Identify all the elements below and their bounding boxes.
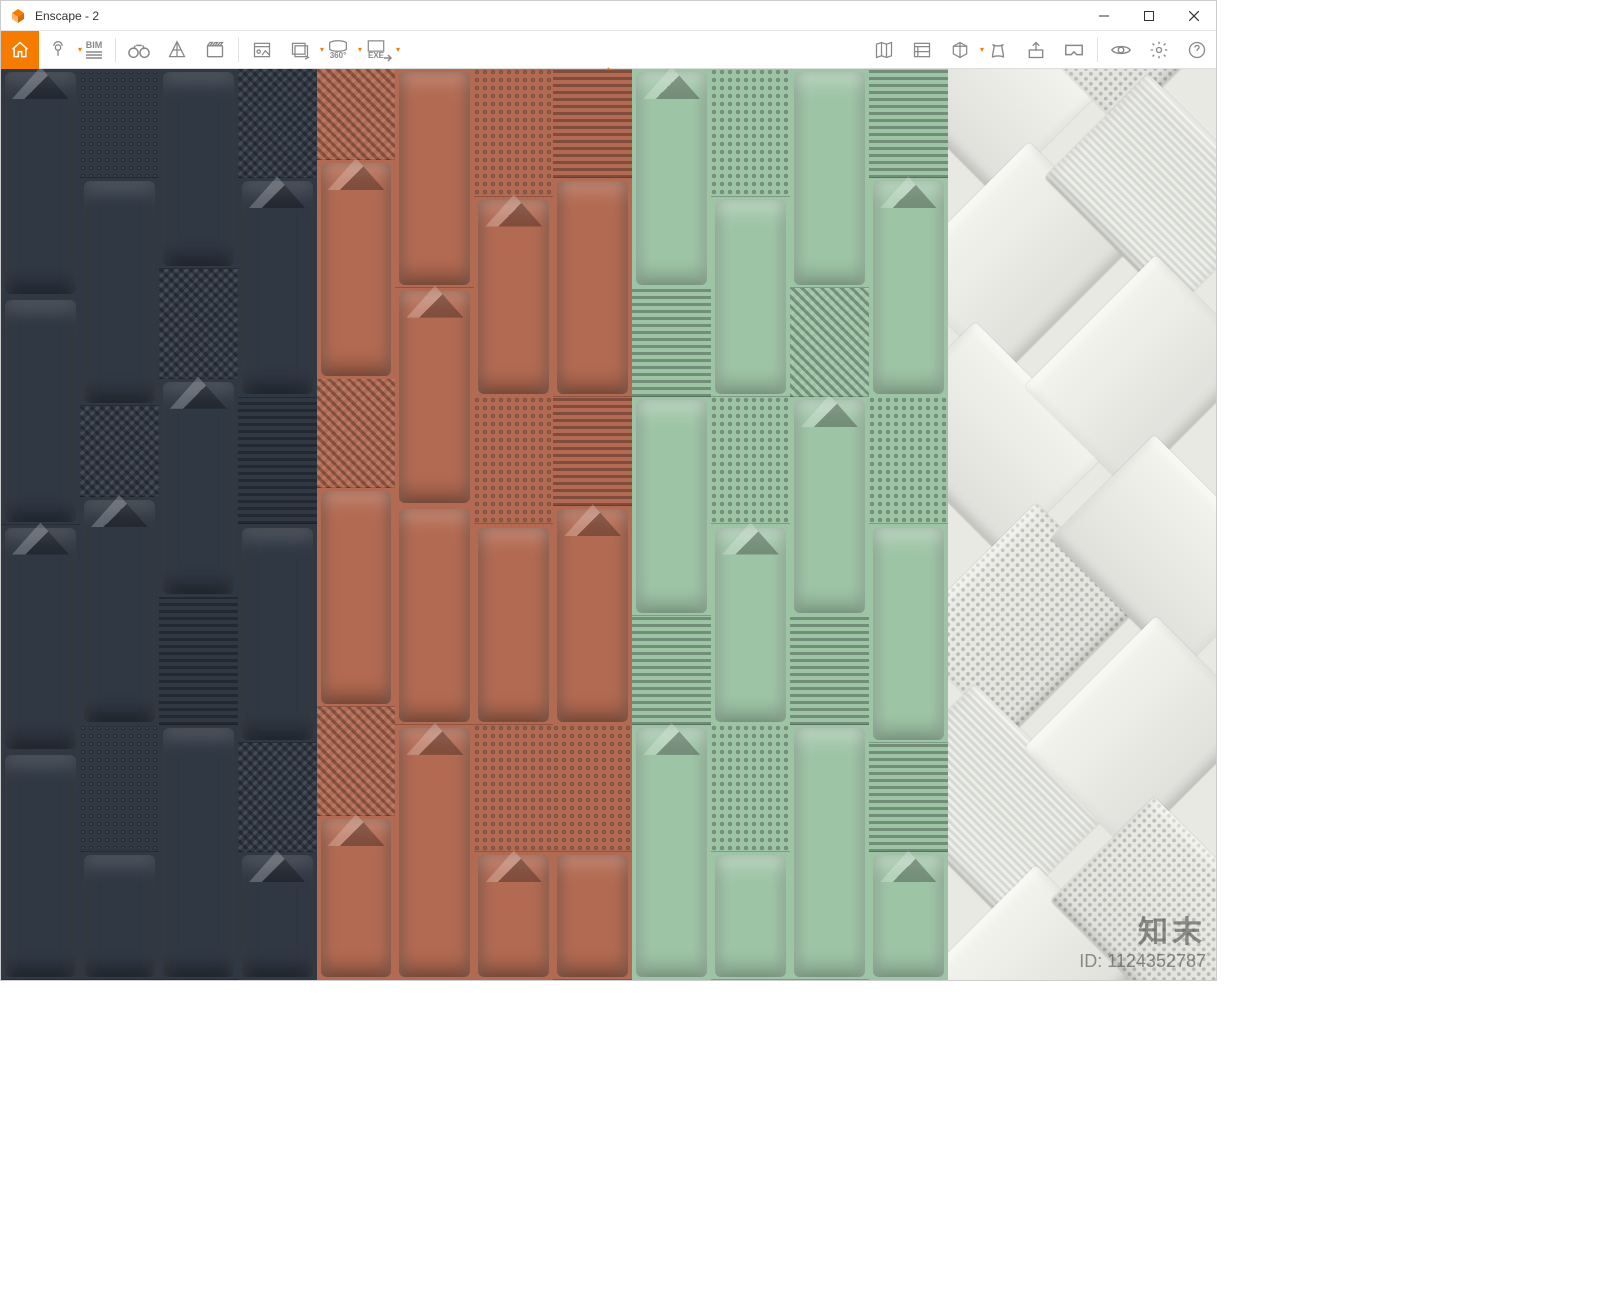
minimap-button[interactable] [865, 31, 903, 69]
pano-360-button[interactable]: 360° ▾ [319, 31, 357, 69]
window-title: Enscape - 2 [35, 9, 99, 23]
app-logo-icon [9, 7, 27, 25]
panel-sage [632, 69, 948, 980]
watermark-id: ID: 1124352787 [1079, 951, 1206, 972]
bim-info-button[interactable]: BIM [77, 31, 111, 69]
watermark-brand: 知末 [1079, 907, 1206, 951]
herringbone-pattern [948, 69, 1216, 980]
chevron-down-icon[interactable]: ▾ [393, 31, 403, 69]
panel-terracotta [317, 69, 633, 980]
render-viewport[interactable]: 知末 ID: 1124352787 [1, 69, 1216, 980]
asset-library-button[interactable] [903, 31, 941, 69]
settings-button[interactable] [1140, 31, 1178, 69]
toolbar: ▾ BIM ▾ 360° [1, 31, 1216, 69]
binoculars-button[interactable] [120, 31, 158, 69]
toolbar-separator [1097, 38, 1098, 62]
watermark: 知末 ID: 1124352787 [1079, 907, 1206, 972]
screenshot-button[interactable] [243, 31, 281, 69]
batch-render-button[interactable]: ▾ [281, 31, 319, 69]
close-button[interactable] [1171, 1, 1216, 31]
panel-navy [1, 69, 317, 980]
title-bar: Enscape - 2 [1, 1, 1216, 31]
collapse-caret-icon[interactable]: ⌃ [604, 67, 612, 78]
material-editor-button[interactable]: ▾ [941, 31, 979, 69]
help-button[interactable] [1178, 31, 1216, 69]
app-window: Enscape - 2 ▾ BIM [0, 0, 1217, 981]
manage-views-button[interactable]: ▾ [39, 31, 77, 69]
panel-white [948, 69, 1216, 980]
video-button[interactable] [196, 31, 234, 69]
upload-button[interactable] [1017, 31, 1055, 69]
light-view-button[interactable] [158, 31, 196, 69]
minimize-button[interactable] [1081, 1, 1126, 31]
toolbar-separator [115, 38, 116, 62]
site-context-button[interactable] [979, 31, 1017, 69]
home-button[interactable] [1, 31, 39, 69]
vr-button[interactable] [1055, 31, 1093, 69]
visual-settings-button[interactable] [1102, 31, 1140, 69]
toolbar-separator [238, 38, 239, 62]
exe-export-button[interactable]: EXE ▾ [357, 31, 395, 69]
tile-panels [1, 69, 1216, 980]
maximize-button[interactable] [1126, 1, 1171, 31]
